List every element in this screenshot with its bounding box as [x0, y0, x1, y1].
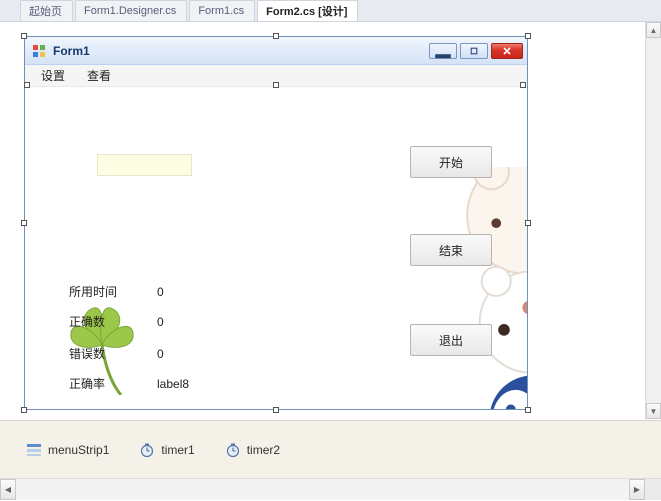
doc-tab-form1-cs[interactable]: Form1.cs [189, 0, 255, 21]
handle-e[interactable] [525, 220, 531, 226]
handle-menu-ne[interactable] [520, 82, 526, 88]
window-buttons [429, 43, 527, 59]
minimize-button[interactable] [429, 43, 457, 59]
handle-sw[interactable] [21, 407, 27, 413]
form-client-area: 开始 结束 退出 所用时间 0 正确数 0 错误数 0 正确率 [25, 87, 527, 409]
label-correct-val: 0 [157, 315, 164, 329]
label-error-val: 0 [157, 347, 164, 361]
maximize-button[interactable] [460, 43, 488, 59]
handle-menu-nw[interactable] [24, 82, 30, 88]
designer-canvas[interactable]: Form1 设置 查看 [0, 22, 661, 420]
vertical-scrollbar[interactable]: ▲ ▼ [645, 22, 661, 419]
scroll-left-icon[interactable]: ◀ [0, 479, 16, 500]
handle-se[interactable] [525, 407, 531, 413]
label-correct-key: 正确数 [69, 313, 157, 330]
bottom-scrollbar-row: ◀ ▶ [0, 478, 661, 500]
component-tray: menuStrip1 timer1 timer2 [0, 420, 661, 478]
scroll-down-icon[interactable]: ▼ [646, 403, 661, 419]
menu-item-settings[interactable]: 设置 [41, 67, 65, 84]
start-button[interactable]: 开始 [410, 146, 492, 178]
handle-ne[interactable] [525, 33, 531, 39]
row-time: 所用时间 0 [69, 283, 164, 300]
horizontal-scrollbar[interactable]: ◀ ▶ [0, 479, 645, 500]
tray-label-menustrip: menuStrip1 [48, 443, 109, 457]
row-rate: 正确率 label8 [69, 375, 189, 392]
menustrip-icon [26, 442, 42, 458]
label-rate-key: 正确率 [69, 375, 157, 392]
tray-item-timer2[interactable]: timer2 [225, 442, 280, 458]
scroll-right-icon[interactable]: ▶ [629, 479, 645, 500]
row-correct: 正确数 0 [69, 313, 164, 330]
end-button[interactable]: 结束 [410, 234, 492, 266]
timer-icon [225, 442, 241, 458]
menu-item-view[interactable]: 查看 [87, 67, 111, 84]
form-window[interactable]: Form1 设置 查看 [24, 36, 528, 410]
document-tabs: 起始页 Form1.Designer.cs Form1.cs Form2.cs … [0, 0, 661, 22]
size-grip[interactable] [645, 479, 661, 500]
titlebar: Form1 [25, 37, 527, 65]
label-rate-val: label8 [157, 377, 189, 391]
row-error: 错误数 0 [69, 345, 164, 362]
handle-nw[interactable] [21, 33, 27, 39]
label-time-val: 0 [157, 285, 164, 299]
text-input[interactable] [97, 154, 192, 176]
doc-tab-start[interactable]: 起始页 [20, 0, 73, 21]
handle-menu-n[interactable] [273, 82, 279, 88]
handle-n[interactable] [273, 33, 279, 39]
label-error-key: 错误数 [69, 345, 157, 362]
designer-surface: Form1 设置 查看 [0, 22, 661, 420]
app-icon [31, 43, 47, 59]
scroll-up-icon[interactable]: ▲ [646, 22, 661, 38]
doc-tab-form2-design[interactable]: Form2.cs [设计] [257, 0, 358, 21]
timer-icon [139, 442, 155, 458]
tray-label-timer2: timer2 [247, 443, 280, 457]
tray-item-menustrip[interactable]: menuStrip1 [26, 442, 109, 458]
tray-label-timer1: timer1 [161, 443, 194, 457]
tray-item-timer1[interactable]: timer1 [139, 442, 194, 458]
handle-s[interactable] [273, 407, 279, 413]
background-art [397, 167, 527, 409]
close-button[interactable] [491, 43, 523, 59]
doc-tab-designer-cs[interactable]: Form1.Designer.cs [75, 0, 187, 21]
label-time-key: 所用时间 [69, 283, 157, 300]
exit-button[interactable]: 退出 [410, 324, 492, 356]
window-title: Form1 [53, 44, 429, 58]
handle-w[interactable] [21, 220, 27, 226]
